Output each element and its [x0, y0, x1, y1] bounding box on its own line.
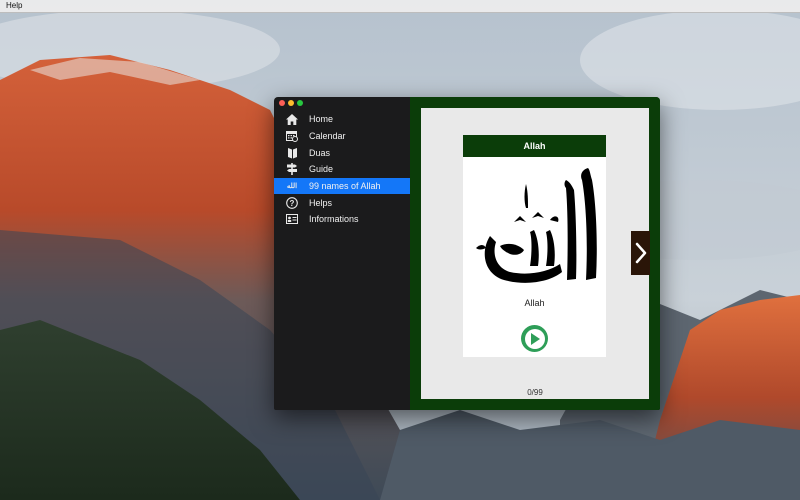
home-icon	[285, 112, 299, 126]
sidebar-item-home[interactable]: Home	[274, 111, 410, 128]
id-card-icon	[285, 212, 299, 226]
sidebar-item-label: Informations	[309, 214, 359, 225]
menu-help[interactable]: Help	[6, 0, 22, 12]
card-title: Allah	[463, 135, 606, 157]
sidebar-item-guide[interactable]: Guide	[274, 161, 410, 178]
sidebar-item-calendar[interactable]: Calendar	[274, 128, 410, 145]
question-icon: ?	[285, 196, 299, 210]
sidebar-item-label: Home	[309, 114, 334, 125]
page-counter: 0/99	[527, 388, 543, 397]
svg-text:?: ?	[290, 199, 295, 208]
sidebar-item-99-names[interactable]: الله 99 names of Allah	[274, 177, 410, 195]
sidebar-item-label: 99 names of Allah	[309, 181, 381, 192]
menu-bar: Help	[0, 0, 800, 13]
calligraphy-image	[463, 157, 606, 297]
calendar-icon	[285, 129, 299, 143]
zoom-window-button[interactable]	[297, 100, 303, 106]
sidebar-item-duas[interactable]: Duas	[274, 144, 410, 161]
name-card: Allah Allah	[463, 135, 606, 357]
allah-icon: الله	[286, 183, 298, 191]
card-caption: Allah	[524, 298, 545, 308]
signpost-icon	[285, 162, 299, 176]
minimize-window-button[interactable]	[288, 100, 294, 106]
sidebar-item-label: Guide	[309, 164, 334, 175]
sidebar-item-label: Helps	[309, 197, 333, 208]
book-icon	[285, 146, 299, 160]
content-pane: Allah Allah 0/99	[410, 97, 660, 410]
close-window-button[interactable]	[279, 100, 285, 106]
app-window: Home Calendar Duas Guide الله 99 names o…	[274, 97, 660, 410]
sidebar-item-label: Calendar	[309, 131, 346, 142]
play-icon	[530, 332, 540, 345]
next-button[interactable]	[631, 231, 650, 275]
chevron-right-icon	[635, 242, 646, 264]
sidebar-item-label: Duas	[309, 147, 331, 158]
viewer-panel: Allah Allah 0/99	[421, 108, 649, 399]
play-button[interactable]	[521, 325, 548, 352]
sidebar: Home Calendar Duas Guide الله 99 names o…	[274, 111, 410, 410]
window-controls	[279, 100, 303, 106]
sidebar-item-informations[interactable]: Informations	[274, 211, 410, 228]
sidebar-item-helps[interactable]: ? Helps	[274, 194, 410, 211]
